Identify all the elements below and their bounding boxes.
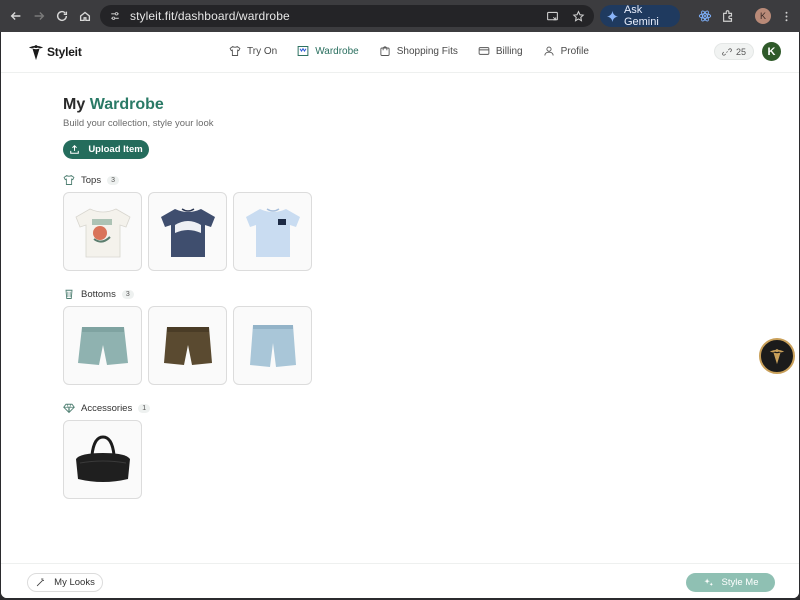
nav-try-on-label: Try On: [247, 45, 278, 57]
section-bottoms-count: 3: [121, 289, 134, 299]
wardrobe-icon: [297, 45, 309, 57]
wardrobe-header: My Wardrobe Build your collection, style…: [63, 96, 214, 159]
tshirt-image: [245, 207, 300, 257]
bin-icon: [63, 288, 75, 300]
forward-button[interactable]: [27, 4, 51, 28]
arrow-left-icon: [10, 12, 21, 20]
section-accessories-count: 1: [138, 403, 151, 413]
credits-badge[interactable]: 25: [714, 43, 754, 60]
back-button[interactable]: [4, 4, 28, 28]
bookmark-star-icon[interactable]: [570, 8, 586, 24]
shorts-image: [77, 326, 128, 365]
brand-name: Styleit: [47, 45, 82, 59]
nav-shopping-fits[interactable]: Shopping Fits: [379, 45, 458, 57]
app-header: Styleit Try On Wardrobe Shopping Fits Bi…: [1, 32, 799, 73]
my-looks-label: My Looks: [54, 577, 95, 588]
nav-billing-label: Billing: [495, 45, 523, 57]
address-bar[interactable]: styleit.fit/dashboard/wardrobe: [100, 5, 594, 27]
section-tops-header: Tops 3: [63, 174, 312, 186]
brand-logo[interactable]: Styleit: [27, 42, 82, 62]
section-bottoms: Bottoms 3: [63, 288, 312, 385]
styleit-assistant-button[interactable]: [759, 338, 795, 374]
credits-count: 25: [735, 46, 746, 57]
ask-gemini-button[interactable]: Ask Gemini: [600, 4, 680, 28]
section-tops: Tops 3: [63, 174, 312, 271]
upload-item-label: Upload Item: [88, 144, 143, 155]
gem-icon: [63, 402, 75, 414]
upload-icon: [70, 144, 80, 154]
nav-profile-label: Profile: [560, 45, 589, 57]
section-tops-label: Tops: [81, 174, 102, 186]
section-accessories-header: Accessories 1: [63, 402, 151, 414]
nav-try-on[interactable]: Try On: [229, 45, 277, 57]
browser-toolbar: styleit.fit/dashboard/wardrobe Ask Gemin…: [0, 0, 800, 32]
gemini-sparkle-icon: [606, 10, 619, 22]
nav-billing[interactable]: Billing: [478, 45, 523, 57]
react-devtools-icon[interactable]: [697, 8, 713, 24]
section-tops-count: 3: [107, 175, 119, 185]
shirt-icon: [63, 174, 75, 186]
duffle-bag-image: [75, 434, 130, 482]
page: Styleit Try On Wardrobe Shopping Fits Bi…: [1, 32, 799, 598]
page-title-prefix: My: [63, 96, 86, 113]
nav-wardrobe[interactable]: Wardrobe: [297, 45, 359, 57]
shirt-icon: [229, 45, 241, 57]
section-bottoms-header: Bottoms 3: [63, 288, 312, 300]
upload-item-button[interactable]: Upload Item: [63, 140, 149, 159]
nav-profile[interactable]: Profile: [543, 45, 589, 57]
link-icon: [722, 47, 732, 56]
nav-wardrobe-label: Wardrobe: [315, 45, 359, 57]
page-title-accent: Wardrobe: [89, 96, 164, 113]
wardrobe-item-white-graphic-tee[interactable]: [63, 192, 142, 271]
cast-icon[interactable]: [544, 8, 560, 24]
ask-gemini-label: Ask Gemini: [623, 4, 659, 28]
wardrobe-item-denim-shorts[interactable]: [233, 306, 312, 385]
shopping-bag-icon: [379, 45, 391, 57]
browser-menu-icon[interactable]: [781, 8, 791, 24]
wardrobe-item-light-blue-tee[interactable]: [233, 192, 312, 271]
sparkles-icon: [703, 578, 713, 586]
home-icon: [79, 11, 91, 22]
my-looks-button[interactable]: My Looks: [27, 573, 103, 592]
style-me-button[interactable]: Style Me: [686, 573, 775, 592]
credit-card-icon: [478, 45, 490, 57]
wardrobe-item-black-duffle-bag[interactable]: [63, 420, 142, 499]
user-avatar[interactable]: K: [762, 42, 781, 61]
wardrobe-item-olive-shorts[interactable]: [148, 306, 227, 385]
section-accessories-label: Accessories: [81, 402, 133, 414]
nav-shopping-fits-label: Shopping Fits: [396, 45, 458, 57]
page-subtitle: Build your collection, style your look: [63, 118, 214, 129]
wardrobe-item-sage-shorts[interactable]: [63, 306, 142, 385]
page-title: My Wardrobe: [63, 96, 214, 114]
shorts-image: [249, 324, 296, 367]
browser-profile-avatar[interactable]: K: [755, 8, 771, 24]
style-me-label: Style Me: [721, 577, 759, 588]
wardrobe-item-navy-san-diego-tee[interactable]: [148, 192, 227, 271]
home-button[interactable]: [73, 4, 97, 28]
reload-button[interactable]: [50, 4, 74, 28]
extensions-puzzle-icon[interactable]: [720, 8, 736, 24]
main-nav: Try On Wardrobe Shopping Fits Billing Pr…: [229, 45, 589, 57]
site-settings-icon[interactable]: [108, 9, 122, 23]
url-text[interactable]: styleit.fit/dashboard/wardrobe: [130, 9, 290, 23]
styleit-logo-icon: [769, 349, 785, 365]
section-accessories: Accessories 1: [63, 402, 151, 499]
shorts-image: [163, 326, 212, 365]
arrow-right-icon: [34, 12, 45, 20]
tshirt-image: [160, 207, 215, 257]
section-bottoms-label: Bottoms: [81, 288, 116, 300]
user-icon: [543, 45, 555, 57]
bottom-bar: My Looks Style Me: [1, 563, 799, 598]
styleit-logo-icon: [28, 45, 44, 61]
reload-icon: [56, 10, 68, 22]
tshirt-image: [74, 208, 131, 257]
magic-wand-icon: [36, 578, 45, 587]
